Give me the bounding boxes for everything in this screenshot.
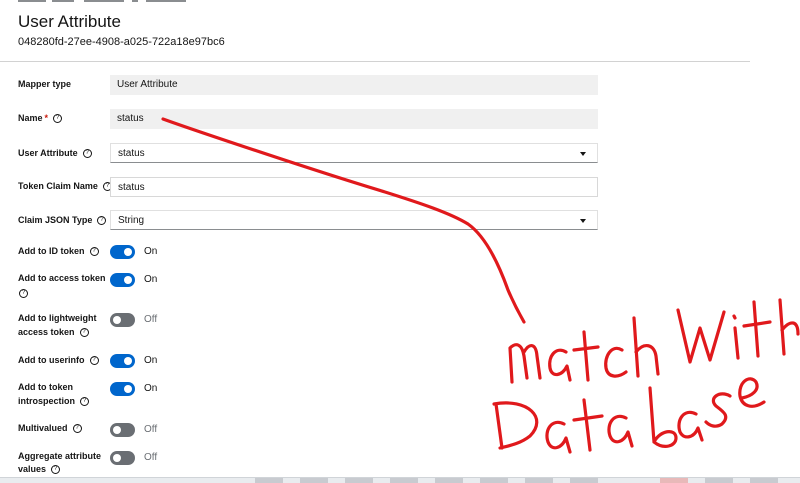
aggregate-attribute-switch[interactable] xyxy=(110,451,135,465)
taskbar-app-icon[interactable] xyxy=(300,478,328,483)
taskbar-app-icon[interactable] xyxy=(660,478,688,483)
add-to-token-introspection-label: Add to token xyxy=(18,382,73,392)
name-field: status xyxy=(110,109,598,129)
multivalued-switch[interactable] xyxy=(110,423,135,437)
annotation-letter-h xyxy=(632,316,660,378)
question-circle-icon[interactable]: ? xyxy=(72,424,82,434)
question-circle-icon[interactable]: ? xyxy=(80,397,90,407)
add-to-lightweight-label: Add to lightweight xyxy=(18,313,97,323)
taskbar-app-icon[interactable] xyxy=(480,478,508,483)
page-title: User Attribute xyxy=(18,12,121,31)
add-to-access-token-switch[interactable] xyxy=(110,273,135,287)
multivalued-state: Off xyxy=(144,424,158,435)
annotation-letter-a xyxy=(548,348,572,382)
user-attribute-select[interactable]: status xyxy=(110,143,598,163)
annotation-letter-e xyxy=(738,377,766,408)
mapper-id: 048280fd-27ee-4908-a025-722a18e97bc6 xyxy=(18,36,225,48)
add-to-access-token-help: ? xyxy=(18,286,28,301)
add-to-token-introspection-label-line2: introspection? xyxy=(18,394,90,409)
annotation-letter-t2 xyxy=(742,300,772,358)
caret-down-icon xyxy=(580,152,586,156)
question-circle-icon[interactable]: ? xyxy=(53,114,63,124)
annotation-letter-t xyxy=(572,330,600,382)
annotation-letter-a3 xyxy=(607,414,634,448)
question-circle-icon[interactable]: ? xyxy=(89,356,99,366)
annotation-letter-s xyxy=(704,392,732,428)
annotation-letter-c xyxy=(604,346,628,378)
add-to-userinfo-switch[interactable] xyxy=(110,354,135,368)
add-to-access-token-label: Add to access token xyxy=(18,273,106,283)
annotation-letter-w xyxy=(676,308,726,364)
add-to-access-token-state: On xyxy=(144,274,158,285)
switch-knob xyxy=(113,426,121,434)
taskbar-app-icon[interactable] xyxy=(390,478,418,483)
claim-json-type-label: Claim JSON Type? xyxy=(18,213,107,228)
handwritten-annotation xyxy=(161,117,800,454)
mapper-type-field: User Attribute xyxy=(110,75,598,95)
question-circle-icon[interactable]: ? xyxy=(97,216,107,226)
taskbar xyxy=(0,477,800,483)
breadcrumb xyxy=(0,0,240,4)
switch-knob xyxy=(124,248,132,256)
name-label: Name *? xyxy=(18,111,63,126)
question-circle-icon[interactable]: ? xyxy=(79,328,89,338)
annotation-letter-m xyxy=(508,343,542,384)
multivalued-label: Multivalued? xyxy=(18,421,82,436)
switch-knob xyxy=(124,357,132,365)
taskbar-app-icon[interactable] xyxy=(255,478,283,483)
mapper-type-label: Mapper type xyxy=(18,79,72,89)
add-to-id-token-switch[interactable] xyxy=(110,245,135,259)
add-to-lightweight-switch[interactable] xyxy=(110,313,135,327)
add-to-lightweight-state: Off xyxy=(144,314,158,325)
switch-knob xyxy=(124,385,132,393)
annotation-letter-D xyxy=(492,401,539,450)
add-to-id-token-state: On xyxy=(144,246,158,257)
header-divider xyxy=(0,61,750,62)
question-circle-icon[interactable]: ? xyxy=(89,247,99,257)
taskbar-app-icon[interactable] xyxy=(525,478,553,483)
claim-json-type-select[interactable]: String xyxy=(110,210,598,230)
question-circle-icon[interactable]: ? xyxy=(19,289,28,299)
question-circle-icon[interactable]: ? xyxy=(51,465,61,475)
annotation-letter-h2 xyxy=(778,298,800,356)
annotation-letter-a2 xyxy=(545,420,572,454)
token-claim-name-label: Token Claim Name? xyxy=(18,179,112,194)
required-mark: * xyxy=(44,113,49,123)
taskbar-app-icon[interactable] xyxy=(435,478,463,483)
switch-knob xyxy=(113,316,121,324)
add-to-userinfo-label: Add to userinfo? xyxy=(18,353,99,368)
token-claim-name-input[interactable]: status xyxy=(110,177,598,197)
add-to-token-introspection-switch[interactable] xyxy=(110,382,135,396)
aggregate-attribute-state: Off xyxy=(144,452,158,463)
add-to-id-token-label: Add to ID token? xyxy=(18,244,99,259)
taskbar-app-icon[interactable] xyxy=(750,478,778,483)
taskbar-app-icon[interactable] xyxy=(345,478,373,483)
taskbar-app-icon[interactable] xyxy=(570,478,598,483)
annotation-letter-i xyxy=(732,314,740,360)
add-to-userinfo-state: On xyxy=(144,355,158,366)
annotation-letter-a4 xyxy=(677,410,704,442)
annotation-letter-t3 xyxy=(572,398,604,452)
switch-knob xyxy=(113,454,121,462)
add-to-token-introspection-state: On xyxy=(144,383,158,394)
question-circle-icon[interactable]: ? xyxy=(82,149,92,159)
annotation-letter-b xyxy=(648,386,678,448)
caret-down-icon xyxy=(580,219,586,223)
taskbar-app-icon[interactable] xyxy=(705,478,733,483)
user-attribute-label: User Attribute? xyxy=(18,146,92,161)
aggregate-attribute-label-line2: values? xyxy=(18,462,61,477)
switch-knob xyxy=(124,276,132,284)
add-to-lightweight-label-line2: access token? xyxy=(18,325,89,340)
